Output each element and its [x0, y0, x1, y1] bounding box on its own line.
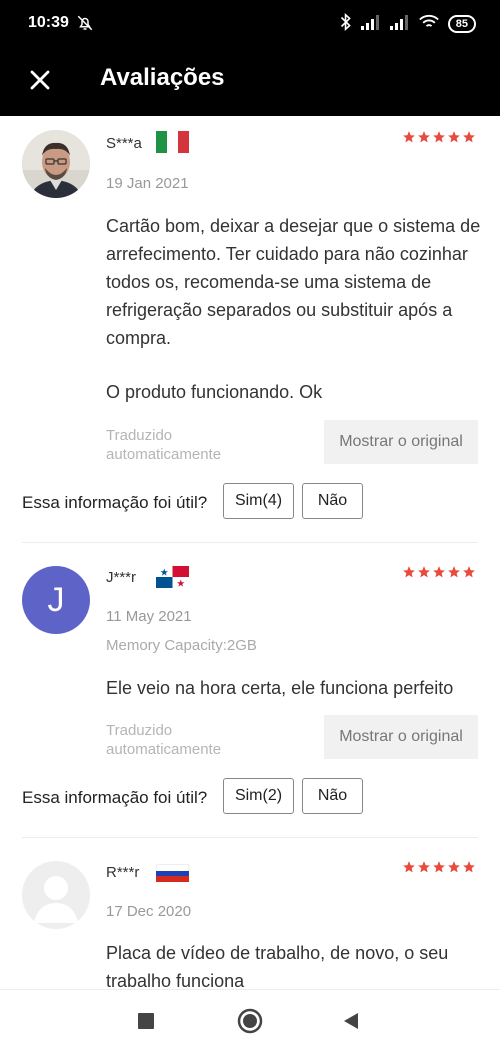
- review-list[interactable]: S***a 19 Jan 2021 Cartão bom, deixar a d…: [0, 116, 500, 989]
- reviewer-name: R***r: [106, 864, 140, 881]
- review-item: J J***r 11 May 2021 Memory Capacity:2GB …: [0, 544, 500, 839]
- translated-label: Traduzido automaticamente: [106, 427, 222, 463]
- star-icon: [462, 130, 476, 144]
- system-nav-bar: [0, 989, 500, 1056]
- star-icon: [402, 860, 416, 874]
- helpful-no-button[interactable]: Não: [302, 778, 363, 814]
- helpful-yes-button[interactable]: Sim(2): [223, 778, 294, 814]
- review-date: 11 May 2021: [106, 608, 192, 625]
- show-original-button[interactable]: Mostrar o original: [324, 420, 478, 464]
- divider: [22, 837, 478, 838]
- panama-flag-icon: [156, 566, 189, 588]
- star-icon: [447, 860, 461, 874]
- battery-icon: 85: [447, 15, 476, 33]
- translated-label: Traduzido automaticamente: [106, 722, 222, 758]
- review-item: S***a 19 Jan 2021 Cartão bom, deixar a d…: [0, 116, 500, 544]
- helpful-no-button[interactable]: Não: [302, 483, 363, 519]
- recent-apps-icon: [138, 1012, 154, 1034]
- home-icon: [237, 1008, 263, 1039]
- star-icon: [447, 130, 461, 144]
- show-original-button[interactable]: Mostrar o original: [324, 715, 478, 759]
- italy-flag-icon: [156, 131, 189, 153]
- recent-apps-button[interactable]: [131, 1008, 161, 1038]
- battery-level: 85: [455, 18, 468, 30]
- star-icon: [417, 860, 431, 874]
- star-icon: [462, 565, 476, 579]
- review-item: R***r 17 Dec 2020 Placa de vídeo de trab…: [0, 839, 500, 989]
- status-bar: 10:39 85: [0, 0, 500, 48]
- star-icon: [432, 565, 446, 579]
- rating-stars: [402, 130, 476, 144]
- star-icon: [432, 130, 446, 144]
- review-text: Placa de vídeo de trabalho, de novo, o s…: [106, 943, 449, 989]
- bluetooth-icon: [340, 12, 352, 36]
- back-button[interactable]: [336, 1008, 366, 1038]
- close-button[interactable]: [20, 62, 60, 102]
- close-icon: [29, 69, 51, 96]
- rating-stars: [402, 565, 476, 579]
- helpful-yes-button[interactable]: Sim(4): [223, 483, 294, 519]
- signal-icon: [360, 14, 381, 35]
- avatar: [22, 861, 90, 929]
- star-icon: [432, 860, 446, 874]
- signal-icon: [389, 14, 410, 35]
- wifi-icon: [418, 14, 439, 35]
- star-icon: [402, 565, 416, 579]
- reviewer-name: J***r: [106, 569, 137, 586]
- review-text-2: O produto funcionando. Ok: [106, 382, 323, 402]
- divider: [22, 542, 478, 543]
- star-icon: [462, 860, 476, 874]
- home-button[interactable]: [235, 1008, 265, 1038]
- rating-stars: [402, 860, 476, 874]
- review-text: Ele veio na hora certa, ele funciona per…: [106, 678, 454, 698]
- star-icon: [447, 565, 461, 579]
- review-text: Cartão bom, deixar a desejar que o siste…: [106, 216, 481, 348]
- avatar: [22, 130, 90, 198]
- helpful-question: Essa informação foi útil?: [22, 493, 208, 512]
- russia-flag-icon: [156, 864, 189, 883]
- page-title: Avaliações: [100, 64, 225, 91]
- avatar: J: [22, 566, 90, 634]
- status-icons: 85: [340, 12, 476, 36]
- review-date: 17 Dec 2020: [106, 903, 192, 920]
- do-not-disturb-icon: [76, 14, 94, 32]
- product-attribute: Memory Capacity:2GB: [106, 637, 257, 654]
- star-icon: [402, 130, 416, 144]
- star-icon: [417, 565, 431, 579]
- status-time: 10:39: [28, 14, 69, 31]
- review-date: 19 Jan 2021: [106, 175, 189, 192]
- app-bar: Avaliações: [0, 48, 500, 116]
- star-icon: [417, 130, 431, 144]
- reviewer-name: S***a: [106, 135, 142, 152]
- back-icon: [343, 1012, 359, 1035]
- helpful-question: Essa informação foi útil?: [22, 788, 208, 807]
